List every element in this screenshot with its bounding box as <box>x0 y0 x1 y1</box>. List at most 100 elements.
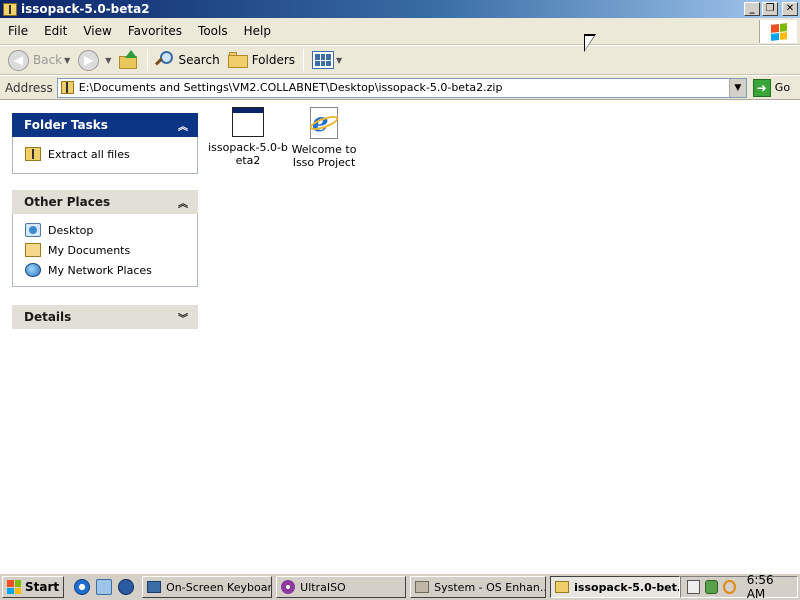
media-player-icon[interactable] <box>118 579 135 595</box>
standard-toolbar: ◀ Back ▼ ▶ ▼ Search Folders ▼ <box>0 46 800 75</box>
disc-icon <box>281 580 296 594</box>
up-button[interactable] <box>115 48 143 73</box>
menu-favorites[interactable]: Favorites <box>120 24 190 38</box>
start-button[interactable]: Start <box>2 576 65 598</box>
menu-bar: File Edit View Favorites Tools Help <box>0 18 800 45</box>
taskbar-buttons: On-Screen Keyboard UltraISO System - OS … <box>142 576 681 598</box>
title-bar[interactable]: issopack-5.0-beta2 _ ❐ ✕ <box>0 0 800 18</box>
views-button[interactable]: ▼ <box>308 48 346 73</box>
quick-launch <box>74 579 135 595</box>
expand-chevron-icon[interactable]: ︾ <box>176 310 190 325</box>
zip-folder-icon <box>555 581 570 593</box>
keyboard-tray-icon[interactable] <box>687 580 700 594</box>
desktop-icon <box>25 223 41 237</box>
folders-label: Folders <box>251 53 296 67</box>
back-arrow-icon: ◀ <box>8 49 29 71</box>
views-icon <box>312 51 335 69</box>
network-places-icon <box>25 263 41 277</box>
security-tray-icon[interactable] <box>704 580 718 594</box>
back-dropdown-icon[interactable]: ▼ <box>64 56 70 65</box>
menu-file[interactable]: File <box>0 24 36 38</box>
internet-explorer-icon[interactable] <box>74 579 91 595</box>
windows-flag-icon <box>7 580 21 594</box>
other-places-panel: Other Places ︽ Desktop My Documents My N… <box>12 190 198 287</box>
file-item-issopack[interactable]: issopack-5.0-b eta2 <box>208 107 288 167</box>
system-tray: 6:56 AM <box>680 573 798 600</box>
address-bar: Address E:\Documents and Settings\VM2.CO… <box>0 76 800 100</box>
go-arrow-icon: ➜ <box>752 78 771 97</box>
address-label: Address <box>5 80 53 95</box>
folders-button[interactable]: Folders <box>224 48 299 73</box>
menu-help[interactable]: Help <box>236 24 279 38</box>
taskbar-label: On-Screen Keyboard <box>166 580 273 594</box>
taskbar-label: UltraISO <box>300 580 346 594</box>
taskbar-label: issopack-5.0-bet... <box>574 580 681 594</box>
views-dropdown-icon[interactable]: ▼ <box>336 56 342 65</box>
show-desktop-icon[interactable] <box>96 579 113 595</box>
collapse-chevron-icon[interactable]: ︽ <box>176 118 190 133</box>
taskbar-label: System - OS Enhan... <box>434 580 547 594</box>
file-item-welcome[interactable]: e Welcome to Isso Project <box>284 107 364 169</box>
windows-logo <box>759 20 797 43</box>
search-button[interactable]: Search <box>152 48 223 73</box>
restore-button[interactable]: ❐ <box>762 2 778 16</box>
go-button[interactable]: ➜ Go <box>752 78 791 97</box>
taskbar-system[interactable]: System - OS Enhan... <box>410 576 547 598</box>
clock[interactable]: 6:56 AM <box>747 573 791 600</box>
place-desktop[interactable]: Desktop <box>25 220 197 240</box>
address-path: E:\Documents and Settings\VM2.COLLABNET\… <box>78 81 503 94</box>
window-title: issopack-5.0-beta2 <box>21 2 150 16</box>
keyboard-icon <box>147 581 162 593</box>
start-label: Start <box>25 580 60 594</box>
task-extract-all-files[interactable]: Extract all files <box>25 144 197 164</box>
zip-folder-icon <box>25 147 41 161</box>
details-header[interactable]: Details ︾ <box>12 305 198 329</box>
back-button[interactable]: ◀ Back ▼ <box>4 48 74 73</box>
forward-button[interactable]: ▶ ▼ <box>74 48 115 73</box>
forward-dropdown-icon[interactable]: ▼ <box>105 56 111 65</box>
zip-folder-icon <box>60 81 74 94</box>
place-my-documents[interactable]: My Documents <box>25 240 197 260</box>
place-label: My Documents <box>48 243 131 257</box>
mouse-cursor-icon <box>584 34 596 52</box>
folder-tasks-panel: Folder Tasks ︽ Extract all files <box>12 113 198 174</box>
file-label-line2: eta2 <box>235 154 261 167</box>
close-button[interactable]: ✕ <box>782 2 798 16</box>
internet-explorer-icon: e <box>308 107 340 139</box>
taskbar-issopack[interactable]: issopack-5.0-bet... <box>550 576 681 598</box>
search-tray-icon[interactable] <box>722 580 736 594</box>
address-dropdown-icon[interactable]: ▼ <box>728 78 746 97</box>
details-title: Details <box>24 310 72 324</box>
windows-flag-icon <box>770 22 787 41</box>
menu-view[interactable]: View <box>75 24 119 38</box>
place-my-network-places[interactable]: My Network Places <box>25 260 197 280</box>
folder-view[interactable]: Folder Tasks ︽ Extract all files Other P… <box>0 101 800 573</box>
toolbar-separator <box>147 49 149 71</box>
toolbar-separator <box>303 49 305 71</box>
up-folder-icon <box>119 50 139 69</box>
place-label: My Network Places <box>48 263 152 277</box>
folders-icon <box>227 52 248 68</box>
menu-tools[interactable]: Tools <box>190 24 236 38</box>
folder-tasks-header[interactable]: Folder Tasks ︽ <box>12 113 198 137</box>
address-input[interactable]: E:\Documents and Settings\VM2.COLLABNET\… <box>56 77 747 98</box>
other-places-title: Other Places <box>24 195 111 209</box>
collapse-chevron-icon[interactable]: ︽ <box>176 195 190 210</box>
folder-tasks-title: Folder Tasks <box>24 118 108 132</box>
file-label-line1: issopack-5.0-b <box>208 141 288 154</box>
my-documents-icon <box>25 243 41 257</box>
other-places-header[interactable]: Other Places ︽ <box>12 190 198 214</box>
menu-edit[interactable]: Edit <box>36 24 75 38</box>
back-label: Back <box>33 53 63 67</box>
folder-tasks-body: Extract all files <box>12 137 198 174</box>
taskbar: Start On-Screen Keyboard UltraISO System… <box>0 573 800 600</box>
taskbar-on-screen-keyboard[interactable]: On-Screen Keyboard <box>142 576 273 598</box>
taskbar-ultraiso[interactable]: UltraISO <box>276 576 407 598</box>
minimize-button[interactable]: _ <box>744 2 760 16</box>
details-panel: Details ︾ <box>12 305 198 329</box>
place-label: Desktop <box>48 223 94 237</box>
search-label: Search <box>178 53 220 67</box>
go-label: Go <box>774 81 791 94</box>
forward-arrow-icon: ▶ <box>78 49 100 71</box>
application-window-icon <box>232 107 264 137</box>
